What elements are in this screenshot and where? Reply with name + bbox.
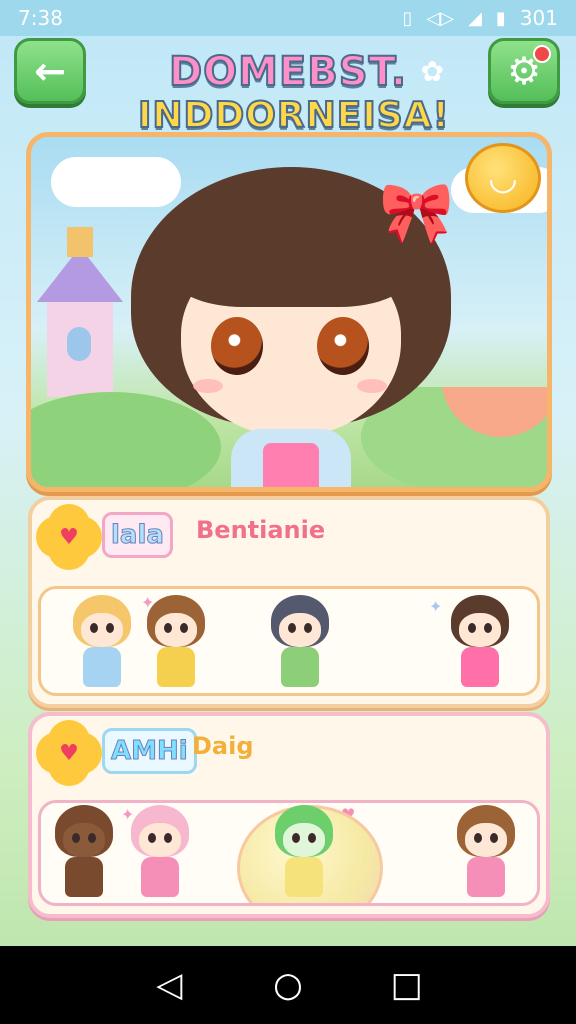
- cell-signal-icon: ◢: [468, 7, 482, 29]
- nav-back-button[interactable]: ◁: [145, 965, 193, 1005]
- status-time: 7:38: [18, 6, 63, 30]
- sparkle-icon: ✿: [420, 55, 444, 88]
- group-subtitle: Bentianie: [196, 516, 326, 544]
- right-eye: [317, 317, 369, 375]
- notification-dot: [533, 45, 551, 63]
- group-tag: lala: [102, 512, 173, 558]
- house-illustration: [37, 227, 123, 397]
- title-line-1: DOMEBST.: [168, 49, 408, 95]
- back-button[interactable]: ←: [14, 38, 86, 104]
- mini-character[interactable]: [269, 803, 339, 901]
- sparkle-icon: ✦: [429, 597, 443, 616]
- mini-character[interactable]: [67, 589, 137, 691]
- mini-character[interactable]: [125, 803, 195, 901]
- hero-character-card[interactable]: 🎀 ◡: [26, 132, 552, 492]
- vibrate-icon: ▯: [402, 7, 413, 29]
- mini-character[interactable]: [265, 589, 335, 691]
- heart-flower-icon: ♥: [44, 728, 94, 778]
- settings-button[interactable]: ⚙: [488, 38, 560, 104]
- group-tag: AMHi: [102, 728, 197, 774]
- nav-home-button[interactable]: ○: [264, 965, 312, 1005]
- mini-character[interactable]: [445, 589, 515, 691]
- character-bangs: [171, 197, 411, 307]
- navigation-bar: ◁ ○ □: [0, 946, 576, 1024]
- signal-icon: ◁▷: [426, 7, 455, 29]
- mini-character[interactable]: [141, 589, 211, 691]
- character-strip[interactable]: ✦ ✦: [38, 586, 540, 696]
- status-right-text: 301: [519, 6, 558, 30]
- status-bar: 7:38 ▯ ◁▷ ◢ ▮ 301: [0, 0, 576, 36]
- character-strip[interactable]: ✦ ♥: [38, 800, 540, 906]
- right-blush: [357, 379, 387, 393]
- bow-icon: 🎀: [379, 178, 454, 248]
- left-blush: [193, 379, 223, 393]
- arrow-left-icon: ←: [34, 49, 66, 93]
- character-group-panel[interactable]: ♥ lala Bentianie ✦ ✦: [28, 496, 550, 708]
- battery-icon: ▮: [495, 7, 506, 29]
- mini-character[interactable]: [49, 803, 119, 901]
- main-character[interactable]: 🎀: [131, 167, 454, 487]
- nav-recents-button[interactable]: □: [383, 965, 431, 1005]
- mini-character[interactable]: [451, 803, 521, 901]
- orange-fruit-icon[interactable]: ◡: [465, 143, 541, 213]
- status-icons: ▯ ◁▷ ◢ ▮ 301: [402, 6, 558, 30]
- character-dress: [263, 443, 319, 487]
- character-group-panel[interactable]: ♥ AMHi Daig ✦ ♥: [28, 712, 550, 918]
- heart-flower-icon: ♥: [44, 512, 94, 562]
- left-eye: [211, 317, 263, 375]
- title-line-2: INDDORNEISA!: [137, 95, 450, 136]
- group-subtitle: Daig: [192, 732, 254, 760]
